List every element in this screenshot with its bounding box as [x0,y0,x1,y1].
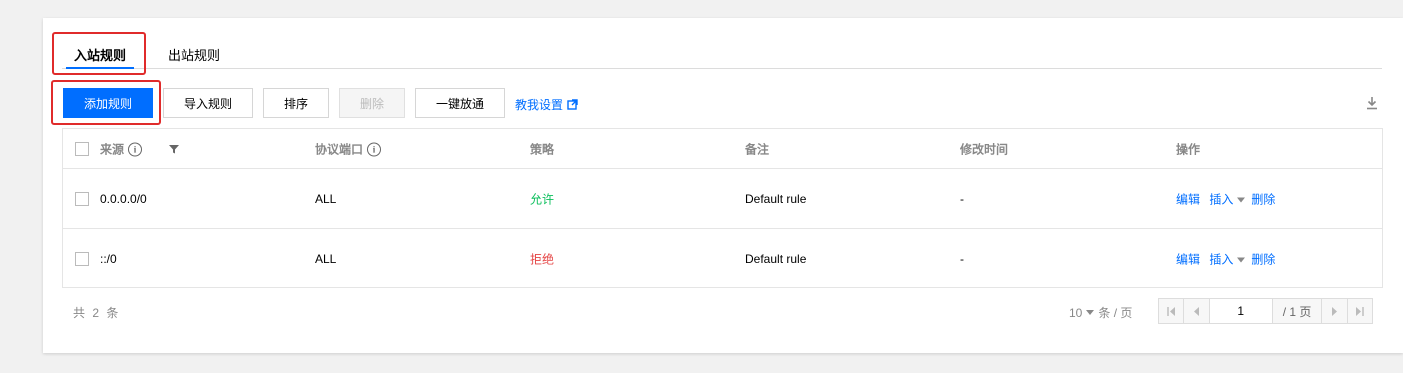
delete-link[interactable]: 删除 [1251,192,1275,206]
external-link-icon [567,99,578,110]
prev-page-icon [1193,306,1199,316]
insert-link[interactable]: 插入 [1209,252,1233,266]
next-page-button[interactable] [1321,299,1347,323]
rule-tabs: 入站规则 出站规则 [62,36,1382,69]
filter-icon[interactable] [169,144,179,154]
header-source-label: 来源 [100,142,125,156]
header-protocol-port-label: 协议端口 [315,142,364,156]
add-rule-button[interactable]: 添加规则 [63,88,153,118]
tab-outbound-rules[interactable]: 出站规则 [168,45,220,64]
first-page-icon [1166,306,1175,316]
sort-button[interactable]: 排序 [263,88,329,118]
last-page-icon [1356,306,1365,316]
header-policy: 策略 [530,142,555,156]
remark-cell: Default rule [745,191,807,206]
actions-cell: 编辑 插入 删除 [1176,250,1275,267]
help-setup-label: 教我设置 [515,98,564,112]
download-icon[interactable] [1365,96,1379,110]
page-size-selector[interactable]: 10 条 / 页 [1069,304,1132,321]
row-checkbox[interactable] [75,251,89,266]
table-header-row: 来源 i 协议端口 i 策略 备注 修改时间 操作 [63,129,1382,169]
security-group-rules-card: 入站规则 出站规则 添加规则 导入规则 排序 删除 一键放通 教我设置 来源 i … [43,18,1403,353]
page-number-input[interactable]: 1 [1209,299,1273,323]
delete-link[interactable]: 删除 [1251,252,1275,266]
per-page-label: 条 / 页 [1098,306,1133,320]
rules-table: 来源 i 协议端口 i 策略 备注 修改时间 操作 0.0.0.0/0 ALL 允许… [62,128,1383,288]
chevron-down-icon [1086,310,1095,315]
pagination: 1 / 1 页 [1158,298,1373,324]
delete-button[interactable]: 删除 [339,88,405,118]
import-rules-button[interactable]: 导入规则 [163,88,253,118]
edit-link[interactable]: 编辑 [1176,192,1200,206]
header-modified-time: 修改时间 [960,142,1009,156]
header-protocol-port: 协议端口 i [315,140,382,157]
help-setup-link[interactable]: 教我设置 [515,96,578,113]
prev-page-button[interactable] [1184,299,1210,323]
edit-link[interactable]: 编辑 [1176,252,1200,266]
last-page-button[interactable] [1346,299,1372,323]
chevron-down-icon[interactable] [1237,197,1246,203]
remark-cell: Default rule [745,251,807,266]
insert-link[interactable]: 插入 [1209,192,1233,206]
modified-time-cell: - [960,251,964,266]
modified-time-cell: - [960,191,964,206]
header-source: 来源 i [100,140,143,157]
tab-inbound-rules[interactable]: 入站规则 [65,45,135,69]
source-cell: 0.0.0.0/0 [100,191,147,206]
source-cell: ::/0 [100,251,117,266]
policy-deny-cell: 拒绝 [530,252,555,266]
row-checkbox[interactable] [75,191,89,206]
chevron-down-icon[interactable] [1237,257,1246,263]
header-actions: 操作 [1176,142,1201,156]
info-icon[interactable]: i [367,142,382,157]
next-page-icon [1332,306,1338,316]
table-row: 0.0.0.0/0 ALL 允许 Default rule - 编辑 插入 删除 [63,169,1382,229]
page-size-value: 10 [1069,305,1083,320]
protocol-port-cell: ALL [315,251,337,266]
allow-all-button[interactable]: 一键放通 [415,88,505,118]
policy-allow-cell: 允许 [530,192,555,206]
total-count: 共 2 条 [73,306,121,320]
table-row: ::/0 ALL 拒绝 Default rule - 编辑 插入 删除 [63,229,1382,288]
header-remark: 备注 [745,142,770,156]
select-all-checkbox[interactable] [75,141,89,156]
protocol-port-cell: ALL [315,191,337,206]
first-page-button[interactable] [1159,299,1185,323]
actions-cell: 编辑 插入 删除 [1176,190,1275,207]
info-icon[interactable]: i [128,142,143,157]
total-pages-label: / 1 页 [1272,299,1322,323]
